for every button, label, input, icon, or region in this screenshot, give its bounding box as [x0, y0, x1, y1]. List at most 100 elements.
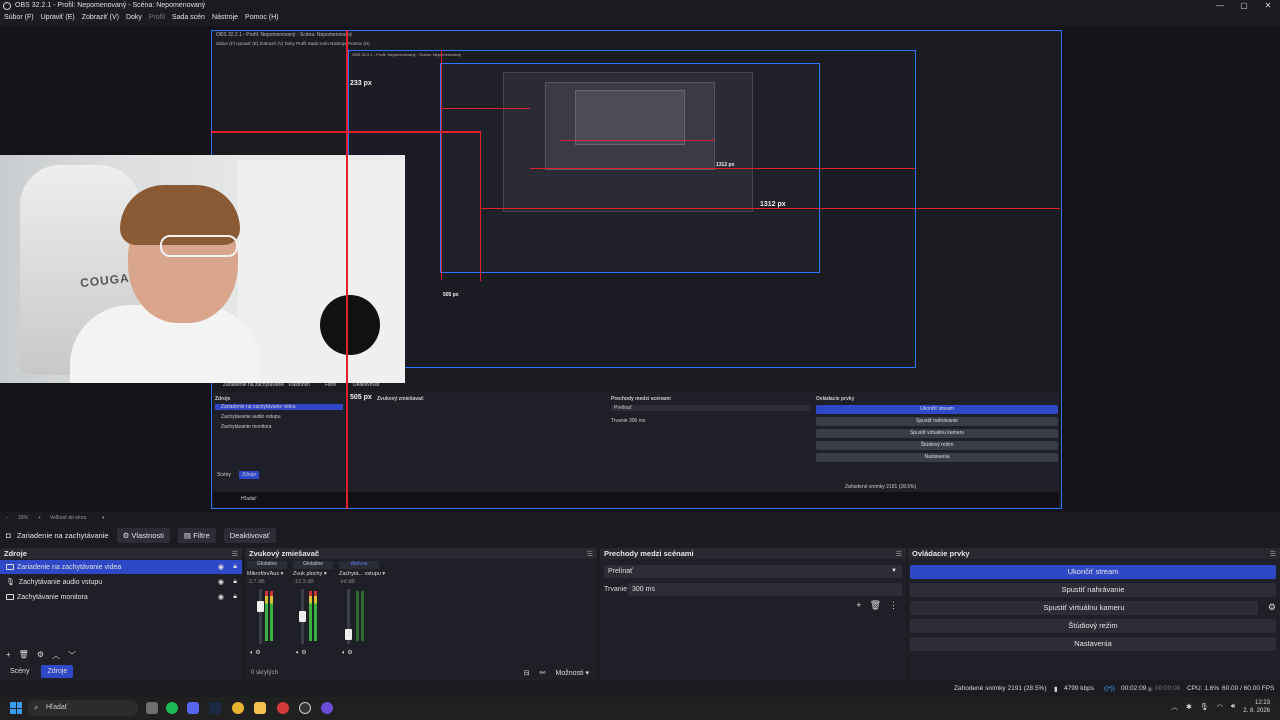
gear-icon[interactable]: ⚙: [255, 650, 260, 656]
dock-menu-icon[interactable]: ☰: [232, 550, 238, 558]
chrome-icon[interactable]: [232, 702, 244, 714]
start-recording-button[interactable]: Spustiť nahrávanie: [910, 583, 1276, 597]
dock-menu-icon[interactable]: ☰: [587, 550, 593, 558]
mixer-tab-global[interactable]: Globálne: [293, 561, 333, 569]
bluetooth-icon[interactable]: ✱: [1186, 703, 1192, 711]
dock-menu-icon[interactable]: ☰: [896, 550, 902, 558]
close-button[interactable]: ✕: [1256, 0, 1280, 11]
move-up-button[interactable]: ︿: [52, 650, 60, 660]
spotify-icon[interactable]: [166, 702, 178, 714]
task-view-icon[interactable]: [146, 702, 158, 714]
menu-docks[interactable]: Doky: [126, 12, 142, 24]
menu-view[interactable]: Zobraziť (V): [82, 12, 119, 24]
visibility-eye-icon[interactable]: ◉: [218, 593, 224, 601]
file-explorer-icon[interactable]: [254, 702, 266, 714]
properties-button[interactable]: ⚙ Vlastnosti: [116, 527, 170, 543]
chevron-down-icon: ▼: [891, 568, 897, 574]
volume-fader-knob[interactable]: [299, 611, 306, 622]
fps: 60.00 / 60.00 FPS: [1222, 685, 1275, 692]
advanced-audio-icon[interactable]: ⚯: [540, 669, 546, 677]
add-transition-button[interactable]: +: [856, 600, 861, 611]
menu-profile[interactable]: Profil: [149, 12, 165, 24]
gear-icon[interactable]: ⚙: [301, 650, 306, 656]
zoom-fit[interactable]: Veľkosť do okna: [50, 515, 86, 521]
minimize-button[interactable]: —: [1208, 0, 1232, 11]
zoom-plus-button[interactable]: +: [38, 515, 41, 521]
speaker-icon[interactable]: 🔈︎: [342, 650, 346, 656]
tab-scenes[interactable]: Scény: [4, 665, 35, 678]
source-item-monitor-capture[interactable]: Zachytávanie monitora ◉ 🔒︎: [0, 590, 242, 604]
volume-fader[interactable]: [259, 589, 262, 644]
tab-sources[interactable]: Zdroje: [41, 665, 74, 678]
maximize-button[interactable]: ▢: [1232, 0, 1256, 11]
virtual-camera-gear-icon[interactable]: ⚙: [1268, 602, 1276, 613]
transition-select[interactable]: Prelínať ▼: [604, 565, 902, 578]
filters-button[interactable]: ▤ Filtre: [177, 527, 216, 543]
stop-stream-button[interactable]: Ukončiť stream: [910, 565, 1276, 579]
menu-tools[interactable]: Nástroje: [212, 12, 238, 24]
mixer-channel-controls: 🔈︎ ⚙: [342, 649, 353, 657]
tray-overflow-icon[interactable]: ︿: [1171, 702, 1178, 712]
start-virtual-camera-button[interactable]: Spustiť virtuálnu kameru: [910, 601, 1258, 615]
menu-file[interactable]: Súbor (F): [4, 12, 34, 24]
app-icon[interactable]: [277, 702, 289, 714]
source-item-label: Zariadenie na zachytávanie videa: [17, 563, 122, 571]
transition-menu-icon[interactable]: ⋮: [889, 600, 898, 611]
menu-scene-collection[interactable]: Sada scén: [172, 12, 205, 24]
volume-fader-knob[interactable]: [257, 601, 264, 612]
duration-input[interactable]: 300 ms: [628, 583, 902, 596]
clock-time: 12:23: [1254, 700, 1270, 706]
title-bar: OBS 32.2.1 - Profil: Nepomenovaný - Scén…: [0, 0, 1280, 11]
remove-transition-button[interactable]: 🗑︎: [870, 600, 881, 611]
mixer-channel-name[interactable]: Mikrofón/Aux ▾: [247, 571, 287, 577]
wifi-icon[interactable]: ◠: [1217, 703, 1223, 711]
lock-icon[interactable]: 🔒︎: [233, 563, 237, 571]
obs-logo-icon: [3, 1, 11, 10]
discord-icon[interactable]: [187, 702, 199, 714]
record-icon: ◉: [1147, 686, 1153, 693]
steam-icon[interactable]: [209, 702, 221, 714]
visibility-eye-icon[interactable]: ◉: [218, 563, 224, 571]
layout-toggle-icon[interactable]: ⊟: [524, 669, 530, 677]
speaker-icon[interactable]: 🔈︎: [296, 650, 300, 656]
stream-icon: ((•)): [1104, 685, 1115, 692]
microphone-tray-icon[interactable]: 🎙︎: [1200, 703, 1209, 711]
taskbar-search-box[interactable]: ⌕ Hľadať: [28, 700, 138, 716]
microphone-icon: 🎙︎: [6, 579, 15, 586]
volume-fader-knob[interactable]: [345, 629, 352, 640]
deactivate-button[interactable]: Deaktivovať: [223, 527, 276, 543]
settings-button[interactable]: Nastavenia: [910, 637, 1276, 651]
sources-dock: Zdroje ☰ Zariadenie na zachytávanie vide…: [0, 548, 242, 680]
lock-icon[interactable]: 🔒︎: [233, 593, 237, 601]
controls-dock: Ovládacie prvky ☰ Ukončiť stream Spustiť…: [908, 548, 1280, 680]
speaker-icon[interactable]: 🔈︎: [250, 650, 254, 656]
mixer-tab-global[interactable]: Globálne: [247, 561, 287, 569]
source-properties-gear-icon[interactable]: ⚙: [37, 650, 44, 660]
volume-icon[interactable]: 🔊︎: [1231, 703, 1235, 711]
os-taskbar: ⌕ Hľadať ︿ ✱ 🎙︎ ◠ 🔊︎ 12:23 2. 8. 2026: [0, 697, 1280, 720]
visibility-eye-icon[interactable]: ◉: [218, 578, 224, 586]
gear-icon[interactable]: ⚙: [347, 650, 352, 656]
menu-help[interactable]: Pomoc (H): [245, 12, 278, 24]
zoom-minus-button[interactable]: −: [6, 515, 9, 521]
webcam-source[interactable]: COUGAR: [0, 155, 405, 383]
mixer-options-button[interactable]: Možnosti ▾: [556, 669, 589, 677]
app-icon-purple[interactable]: [321, 702, 333, 714]
mixer-channel-name[interactable]: Zachytá... vstupu ▾: [339, 571, 385, 577]
remove-source-button[interactable]: 🗑︎: [19, 650, 29, 660]
zoom-dropdown-icon[interactable]: ▾: [102, 515, 105, 521]
dock-menu-icon[interactable]: ☰: [1270, 550, 1276, 558]
source-item-audio-input[interactable]: 🎙︎ Zachytávanie audio vstupu ◉ 🔒︎: [0, 575, 242, 589]
mixer-tab-active[interactable]: Aktívna: [339, 561, 379, 569]
source-item-video-capture[interactable]: Zariadenie na zachytávanie videa ◉ 🔒︎: [0, 560, 242, 574]
obs-taskbar-icon[interactable]: [299, 702, 311, 714]
clock[interactable]: 12:23 2. 8. 2026: [1243, 699, 1270, 715]
lock-icon[interactable]: 🔒︎: [233, 578, 237, 586]
mixer-channel-name[interactable]: Zvuk plochy ▾: [293, 571, 333, 577]
cpu-usage: CPU: 1.6%: [1187, 685, 1220, 692]
add-source-button[interactable]: +: [6, 650, 11, 660]
studio-mode-button[interactable]: Štúdiový režim: [910, 619, 1276, 633]
move-down-button[interactable]: ﹀: [68, 650, 76, 660]
windows-start-icon[interactable]: [10, 702, 22, 714]
menu-edit[interactable]: Upraviť (E): [41, 12, 75, 24]
